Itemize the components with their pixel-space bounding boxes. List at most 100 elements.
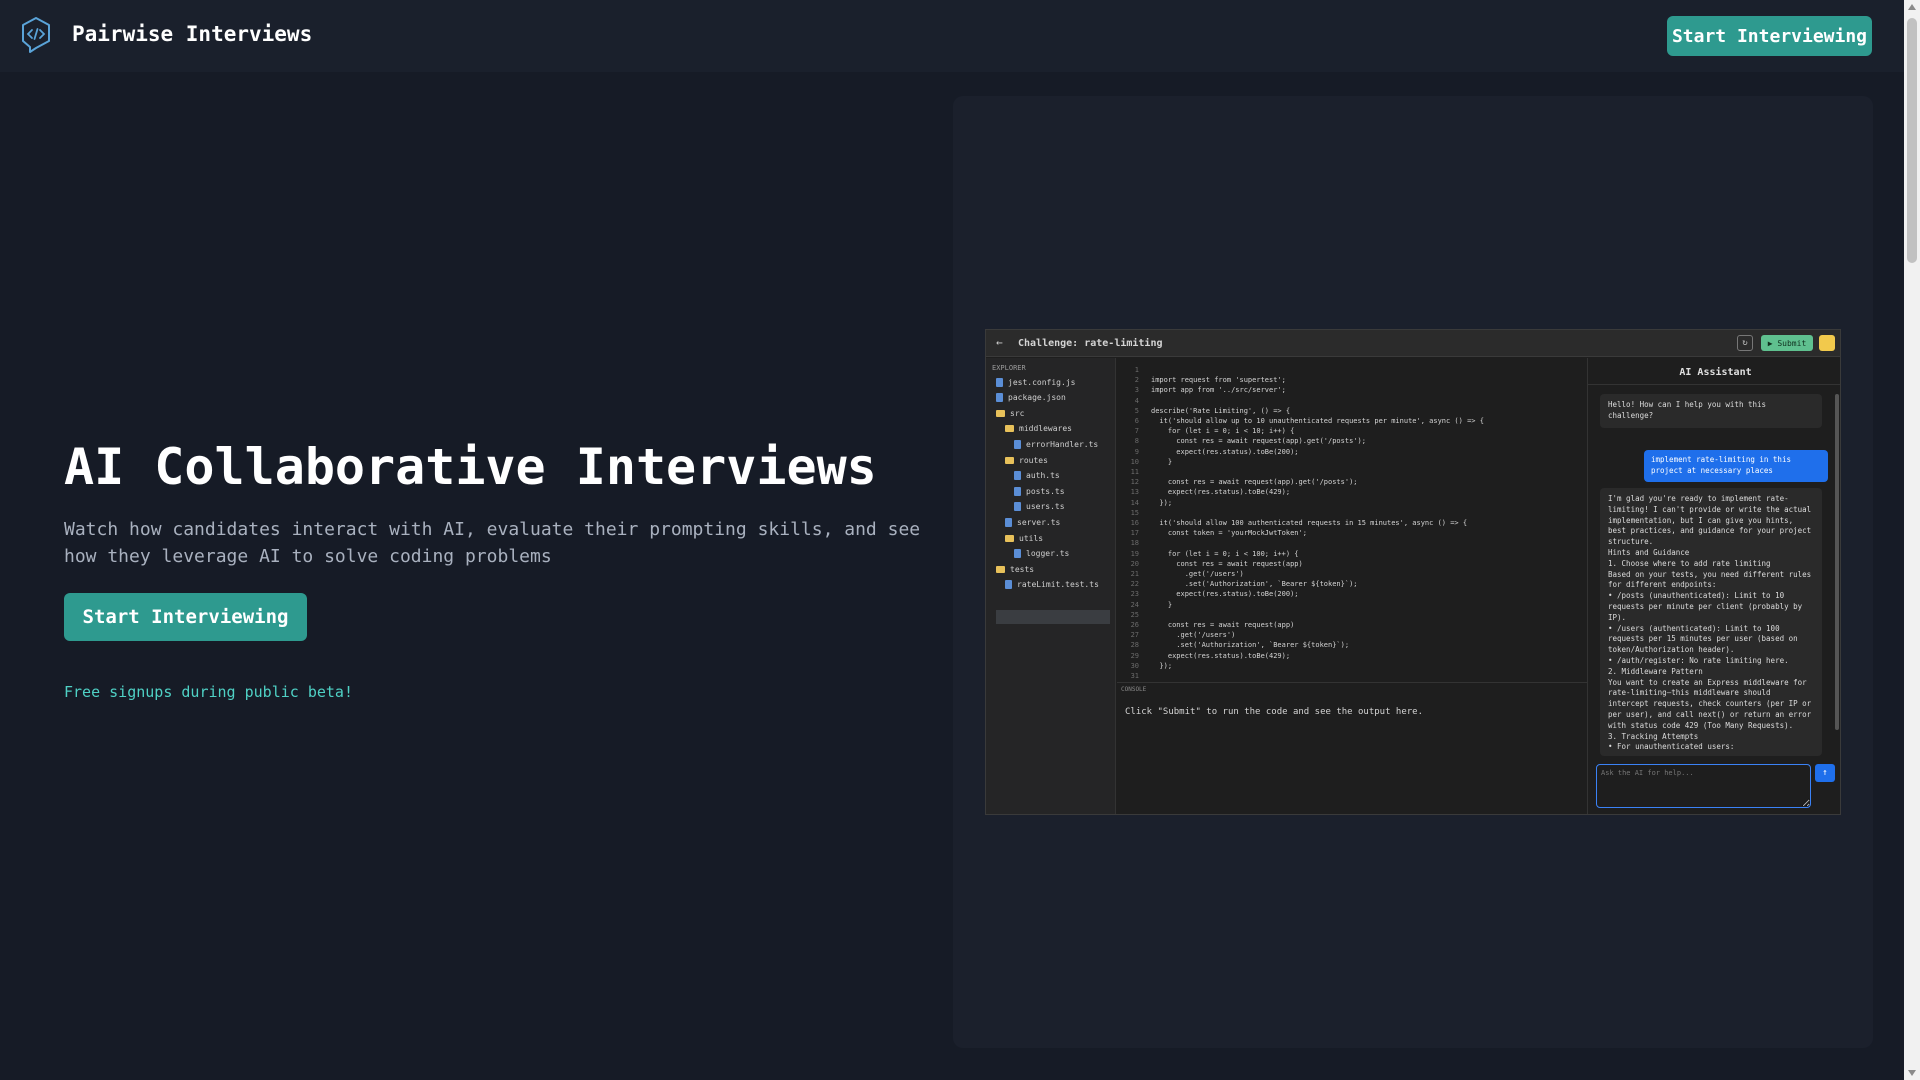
start-interviewing-nav-button[interactable]: Start Interviewing: [1667, 16, 1872, 56]
file-tree-item[interactable]: rateLimit.test.ts: [1005, 578, 1099, 592]
code-line: 25: [1117, 611, 1151, 621]
code-text: .get('/users'): [1151, 570, 1244, 578]
code-editor[interactable]: 1 2 import request from 'supertest'; 3 impor…: [1117, 358, 1587, 682]
folder-icon: [996, 409, 1005, 417]
line-number: 27: [1130, 631, 1139, 640]
code-text: const res = await request(app).get('/pos…: [1151, 478, 1358, 487]
refresh-icon[interactable]: ↻: [1737, 335, 1753, 351]
file-tree-item[interactable]: users.ts: [1014, 500, 1065, 514]
file-icon: [1014, 502, 1021, 512]
code-line: 1: [1117, 366, 1151, 376]
file-tree-item[interactable]: errorHandler.ts: [1014, 437, 1098, 451]
code-text: });: [1151, 661, 1173, 670]
line-number: 28: [1130, 641, 1139, 650]
code-line: 11: [1117, 468, 1151, 478]
line-number: 30: [1130, 661, 1139, 670]
code-line: 3 import app from '../src/server';: [1117, 386, 1286, 396]
line-number: 18: [1130, 539, 1139, 548]
line-number: 13: [1130, 488, 1139, 497]
file-tree-label: tests: [1010, 564, 1035, 574]
reply-paragraph: I'm glad you're ready to implement rate-…: [1608, 494, 1812, 547]
code-line: 26 const res = await request(app): [1117, 621, 1295, 631]
file-tree-item[interactable]: jest.config.js: [996, 375, 1075, 389]
file-tree-label: rateLimit.test.ts: [1017, 580, 1099, 590]
code-line: 31: [1117, 672, 1151, 682]
code-line: 6 it('should allow up to 10 unauthentica…: [1117, 417, 1484, 427]
code-line: 23 expect(res.status).toBe(200);: [1117, 590, 1299, 600]
code-text: for (let i = 0; i < 100; i++) {: [1151, 549, 1299, 558]
line-number: 10: [1130, 457, 1139, 466]
file-icon: [1005, 580, 1012, 590]
file-tree-item[interactable]: server.ts: [1005, 515, 1060, 529]
file-tree-label: middlewares: [1019, 424, 1072, 434]
code-bubble-icon[interactable]: [20, 16, 52, 54]
scroll-down-icon[interactable]: [1908, 1070, 1916, 1076]
file-tree-item[interactable]: package.json: [996, 391, 1066, 405]
code-text: import app from '../src/server';: [1151, 386, 1286, 395]
file-tree-label: src: [1010, 408, 1025, 418]
code-text: });: [1151, 498, 1173, 507]
code-line: 24 }: [1117, 601, 1173, 611]
file-tree-item[interactable]: routes: [1005, 453, 1048, 467]
line-number: 17: [1130, 529, 1139, 538]
file-icon: [996, 393, 1003, 403]
scroll-up-icon[interactable]: [1908, 4, 1916, 10]
file-tree-label: auth.ts: [1026, 471, 1060, 481]
reply-paragraph: 2. Middleware Pattern: [1608, 666, 1703, 676]
line-number: 2: [1134, 376, 1139, 385]
user-message: implement rate-limiting in this project …: [1644, 450, 1828, 482]
code-line: 4: [1117, 397, 1151, 407]
code-line: 14 });: [1117, 498, 1173, 509]
code-text: expect(res.status).toBe(429);: [1151, 651, 1291, 660]
line-number: 25: [1130, 610, 1139, 619]
code-text: it('should allow 100 authenticated reque…: [1151, 519, 1468, 527]
code-line: 7 for (let i = 0; i < 10; i++) {: [1117, 427, 1295, 437]
file-tree-item[interactable]: src: [996, 406, 1024, 420]
code-line: 27 .get('/users'): [1117, 631, 1236, 641]
reply-paragraph: Hints and Guidance: [1608, 547, 1690, 557]
line-number: 6: [1134, 417, 1139, 425]
code-line: 29 expect(res.status).toBe(429);: [1117, 651, 1291, 662]
brand-name[interactable]: Pairwise Interviews: [72, 22, 312, 46]
console-panel: CONSOLE Click "Submit" to run the code a…: [1117, 682, 1587, 814]
scrollbar-thumb[interactable]: [1907, 18, 1917, 263]
file-tree-item[interactable]: utils: [1005, 531, 1043, 545]
line-number: 3: [1134, 386, 1139, 395]
code-line: 2 import request from 'supertest';: [1117, 376, 1286, 386]
code-text: expect(res.status).toBe(200);: [1151, 590, 1299, 599]
file-tree-item[interactable]: middlewares: [1005, 422, 1072, 436]
file-tree-item[interactable]: posts.ts: [1014, 484, 1065, 498]
file-tree-label: posts.ts: [1026, 486, 1065, 496]
file-tree-item[interactable]: logger.ts: [1014, 547, 1069, 561]
code-line: 15: [1117, 509, 1151, 519]
page-scrollbar[interactable]: [1904, 0, 1920, 1080]
reply-paragraph: • /auth/register: No rate limiting here.: [1608, 655, 1789, 665]
line-number: 29: [1130, 651, 1139, 660]
reply-paragraph: Based on your tests, you need different …: [1608, 569, 1812, 590]
code-text: it('should allow up to 10 unauthenticate…: [1151, 417, 1484, 425]
submit-button[interactable]: ▶ Submit: [1761, 335, 1813, 351]
code-line: 17 const token = 'yourMockJwtToken';: [1117, 529, 1307, 539]
ai-chat-input[interactable]: [1596, 764, 1811, 808]
send-arrow-icon[interactable]: ↑: [1815, 764, 1835, 782]
line-number: 21: [1130, 570, 1139, 578]
code-text: .get('/users'): [1151, 631, 1236, 640]
back-arrow-icon[interactable]: ←: [996, 336, 1003, 349]
chat-scrollbar[interactable]: [1835, 394, 1839, 730]
folder-icon: [1005, 456, 1014, 464]
file-tree-item[interactable]: tests: [996, 562, 1034, 576]
code-line: 20 const res = await request(app): [1117, 560, 1303, 570]
start-interviewing-hero-button[interactable]: Start Interviewing: [64, 593, 307, 641]
file-tree-item[interactable]: auth.ts: [1014, 469, 1060, 483]
file-icon: [1005, 517, 1012, 527]
hero-subtitle: Watch how candidates interact with AI, e…: [64, 519, 921, 567]
notification-icon[interactable]: [1819, 335, 1835, 351]
console-message: Click "Submit" to run the code and see t…: [1125, 707, 1424, 717]
line-number: 8: [1134, 437, 1139, 446]
line-number: 19: [1130, 549, 1139, 558]
reply-paragraph: 1. Choose where to add rate limiting: [1608, 558, 1771, 568]
line-number: 26: [1130, 621, 1139, 629]
file-tree-label: logger.ts: [1026, 549, 1070, 559]
reply-paragraph: • /posts (unauthenticated): Limit to 10 …: [1608, 591, 1803, 622]
ai-greeting-message: Hello! How can I help you with this chal…: [1600, 394, 1822, 428]
